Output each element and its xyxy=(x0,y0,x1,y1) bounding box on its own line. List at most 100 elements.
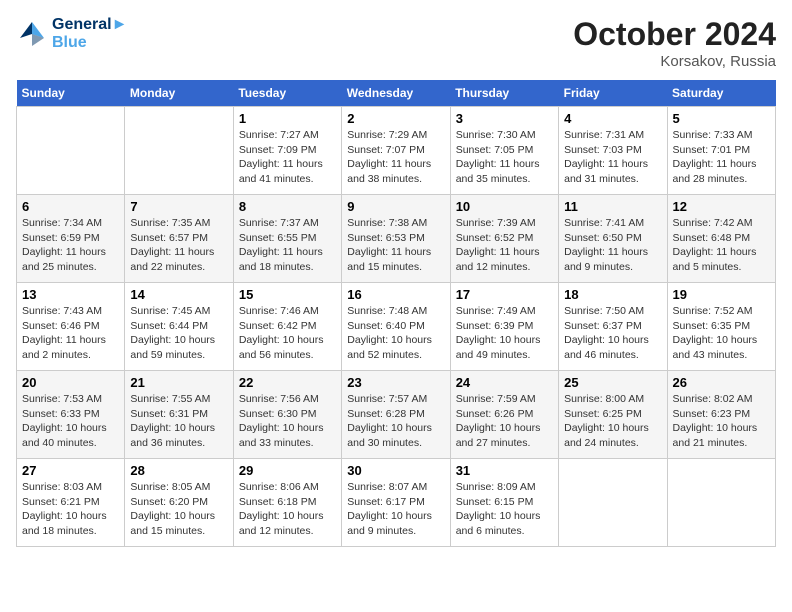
day-number: 19 xyxy=(673,287,770,302)
calendar-cell: 16 Sunrise: 7:48 AMSunset: 6:40 PMDayligh… xyxy=(342,283,450,371)
day-number: 16 xyxy=(347,287,444,302)
day-info: Sunrise: 7:48 AMSunset: 6:40 PMDaylight:… xyxy=(347,304,444,363)
calendar-cell: 7 Sunrise: 7:35 AMSunset: 6:57 PMDaylight… xyxy=(125,195,233,283)
col-header-thursday: Thursday xyxy=(450,80,558,107)
calendar-cell xyxy=(125,107,233,195)
calendar-cell: 24Sunrise: 7:59 AMSunset: 6:26 PMDayligh… xyxy=(450,371,558,459)
day-number: 9 xyxy=(347,199,444,214)
day-info: Sunrise: 7:29 AMSunset: 7:07 PMDaylight:… xyxy=(347,128,444,187)
calendar-cell: 13Sunrise: 7:43 AMSunset: 6:46 PMDayligh… xyxy=(17,283,125,371)
logo-icon xyxy=(16,18,48,50)
day-info: Sunrise: 7:52 AMSunset: 6:35 PMDaylight:… xyxy=(673,304,770,363)
location: Korsakov, Russia xyxy=(573,53,776,70)
calendar-cell: 26 Sunrise: 8:02 AMSunset: 6:23 PMDayligh… xyxy=(667,371,775,459)
day-number: 21 xyxy=(130,375,227,390)
day-info: Sunrise: 7:53 AMSunset: 6:33 PMDaylight:… xyxy=(22,392,119,451)
day-number: 5 xyxy=(673,111,770,126)
day-number: 27 xyxy=(22,463,119,478)
calendar-cell: 30Sunrise: 8:07 AMSunset: 6:17 PMDayligh… xyxy=(342,459,450,547)
day-number: 29 xyxy=(239,463,336,478)
day-number: 26 xyxy=(673,375,770,390)
calendar-week-5: 27 Sunrise: 8:03 AMSunset: 6:21 PMDayligh… xyxy=(17,459,776,547)
calendar-cell: 19 Sunrise: 7:52 AMSunset: 6:35 PMDayligh… xyxy=(667,283,775,371)
calendar-cell: 20 Sunrise: 7:53 AMSunset: 6:33 PMDayligh… xyxy=(17,371,125,459)
calendar-cell: 10 Sunrise: 7:39 AMSunset: 6:52 PMDayligh… xyxy=(450,195,558,283)
day-info: Sunrise: 7:39 AMSunset: 6:52 PMDaylight:… xyxy=(456,216,553,275)
calendar-cell: 15 Sunrise: 7:46 AMSunset: 6:42 PMDayligh… xyxy=(233,283,341,371)
day-info: Sunrise: 8:05 AMSunset: 6:20 PMDaylight:… xyxy=(130,480,227,539)
calendar-cell: 5 Sunrise: 7:33 AMSunset: 7:01 PMDaylight… xyxy=(667,107,775,195)
day-info: Sunrise: 8:00 AMSunset: 6:25 PMDaylight:… xyxy=(564,392,661,451)
page-header: General► Blue October 2024 Korsakov, Rus… xyxy=(16,16,776,70)
day-number: 1 xyxy=(239,111,336,126)
day-number: 4 xyxy=(564,111,661,126)
day-info: Sunrise: 7:27 AMSunset: 7:09 PMDaylight:… xyxy=(239,128,336,187)
day-info: Sunrise: 7:37 AMSunset: 6:55 PMDaylight:… xyxy=(239,216,336,275)
col-header-wednesday: Wednesday xyxy=(342,80,450,107)
day-number: 13 xyxy=(22,287,119,302)
calendar-cell: 18Sunrise: 7:50 AMSunset: 6:37 PMDayligh… xyxy=(559,283,667,371)
calendar-cell: 23 Sunrise: 7:57 AMSunset: 6:28 PMDayligh… xyxy=(342,371,450,459)
day-info: Sunrise: 7:31 AMSunset: 7:03 PMDaylight:… xyxy=(564,128,661,187)
day-number: 8 xyxy=(239,199,336,214)
day-info: Sunrise: 8:09 AMSunset: 6:15 PMDaylight:… xyxy=(456,480,553,539)
calendar-week-3: 13Sunrise: 7:43 AMSunset: 6:46 PMDayligh… xyxy=(17,283,776,371)
calendar-week-1: 1 Sunrise: 7:27 AMSunset: 7:09 PMDaylight… xyxy=(17,107,776,195)
calendar-cell: 2Sunrise: 7:29 AMSunset: 7:07 PMDaylight… xyxy=(342,107,450,195)
calendar-cell: 25 Sunrise: 8:00 AMSunset: 6:25 PMDayligh… xyxy=(559,371,667,459)
col-header-saturday: Saturday xyxy=(667,80,775,107)
day-info: Sunrise: 7:50 AMSunset: 6:37 PMDaylight:… xyxy=(564,304,661,363)
day-info: Sunrise: 7:55 AMSunset: 6:31 PMDaylight:… xyxy=(130,392,227,451)
logo: General► Blue xyxy=(16,16,127,52)
day-number: 22 xyxy=(239,375,336,390)
day-info: Sunrise: 7:46 AMSunset: 6:42 PMDaylight:… xyxy=(239,304,336,363)
calendar-cell: 17 Sunrise: 7:49 AMSunset: 6:39 PMDayligh… xyxy=(450,283,558,371)
calendar-cell: 9Sunrise: 7:38 AMSunset: 6:53 PMDaylight… xyxy=(342,195,450,283)
col-header-monday: Monday xyxy=(125,80,233,107)
calendar-cell: 22 Sunrise: 7:56 AMSunset: 6:30 PMDayligh… xyxy=(233,371,341,459)
calendar-cell: 27 Sunrise: 8:03 AMSunset: 6:21 PMDayligh… xyxy=(17,459,125,547)
day-number: 15 xyxy=(239,287,336,302)
calendar-header-row: SundayMondayTuesdayWednesdayThursdayFrid… xyxy=(17,80,776,107)
col-header-sunday: Sunday xyxy=(17,80,125,107)
calendar-table: SundayMondayTuesdayWednesdayThursdayFrid… xyxy=(16,80,776,547)
day-number: 10 xyxy=(456,199,553,214)
logo-text: General► Blue xyxy=(52,16,127,52)
day-number: 24 xyxy=(456,375,553,390)
calendar-cell: 21 Sunrise: 7:55 AMSunset: 6:31 PMDayligh… xyxy=(125,371,233,459)
calendar-cell: 31 Sunrise: 8:09 AMSunset: 6:15 PMDayligh… xyxy=(450,459,558,547)
calendar-cell: 1 Sunrise: 7:27 AMSunset: 7:09 PMDaylight… xyxy=(233,107,341,195)
day-info: Sunrise: 8:06 AMSunset: 6:18 PMDaylight:… xyxy=(239,480,336,539)
calendar-cell: 29 Sunrise: 8:06 AMSunset: 6:18 PMDayligh… xyxy=(233,459,341,547)
day-info: Sunrise: 7:57 AMSunset: 6:28 PMDaylight:… xyxy=(347,392,444,451)
day-info: Sunrise: 7:33 AMSunset: 7:01 PMDaylight:… xyxy=(673,128,770,187)
day-number: 12 xyxy=(673,199,770,214)
day-number: 6 xyxy=(22,199,119,214)
day-info: Sunrise: 7:34 AMSunset: 6:59 PMDaylight:… xyxy=(22,216,119,275)
calendar-cell xyxy=(17,107,125,195)
col-header-tuesday: Tuesday xyxy=(233,80,341,107)
day-number: 7 xyxy=(130,199,227,214)
day-info: Sunrise: 7:42 AMSunset: 6:48 PMDaylight:… xyxy=(673,216,770,275)
day-info: Sunrise: 8:02 AMSunset: 6:23 PMDaylight:… xyxy=(673,392,770,451)
day-number: 20 xyxy=(22,375,119,390)
day-number: 3 xyxy=(456,111,553,126)
day-info: Sunrise: 8:07 AMSunset: 6:17 PMDaylight:… xyxy=(347,480,444,539)
day-info: Sunrise: 8:03 AMSunset: 6:21 PMDaylight:… xyxy=(22,480,119,539)
day-number: 17 xyxy=(456,287,553,302)
day-number: 25 xyxy=(564,375,661,390)
day-info: Sunrise: 7:35 AMSunset: 6:57 PMDaylight:… xyxy=(130,216,227,275)
calendar-cell: 12 Sunrise: 7:42 AMSunset: 6:48 PMDayligh… xyxy=(667,195,775,283)
calendar-cell: 11Sunrise: 7:41 AMSunset: 6:50 PMDayligh… xyxy=(559,195,667,283)
day-number: 14 xyxy=(130,287,227,302)
title-block: October 2024 Korsakov, Russia xyxy=(573,16,776,70)
day-number: 23 xyxy=(347,375,444,390)
day-number: 11 xyxy=(564,199,661,214)
day-info: Sunrise: 7:49 AMSunset: 6:39 PMDaylight:… xyxy=(456,304,553,363)
day-number: 31 xyxy=(456,463,553,478)
calendar-cell xyxy=(559,459,667,547)
calendar-cell: 3Sunrise: 7:30 AMSunset: 7:05 PMDaylight… xyxy=(450,107,558,195)
calendar-cell: 6 Sunrise: 7:34 AMSunset: 6:59 PMDaylight… xyxy=(17,195,125,283)
calendar-week-4: 20 Sunrise: 7:53 AMSunset: 6:33 PMDayligh… xyxy=(17,371,776,459)
day-info: Sunrise: 7:56 AMSunset: 6:30 PMDaylight:… xyxy=(239,392,336,451)
